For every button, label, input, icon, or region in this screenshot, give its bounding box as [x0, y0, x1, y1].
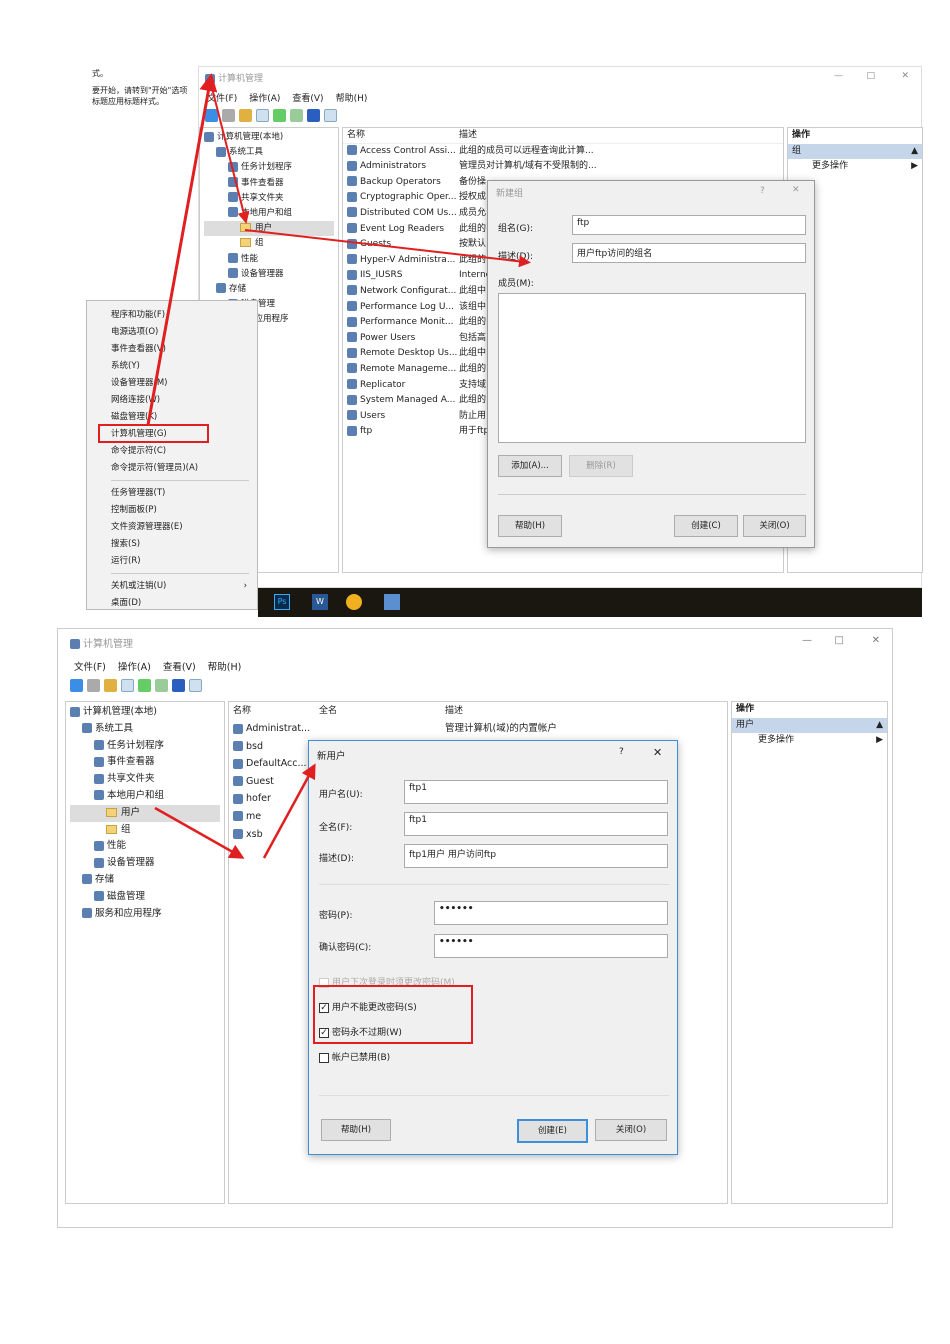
arrow — [211, 87, 250, 224]
annotation-arrows — [146, 73, 531, 859]
arrow — [244, 229, 531, 268]
arrow — [262, 763, 316, 859]
arrow — [146, 73, 218, 426]
arrow — [154, 806, 245, 859]
